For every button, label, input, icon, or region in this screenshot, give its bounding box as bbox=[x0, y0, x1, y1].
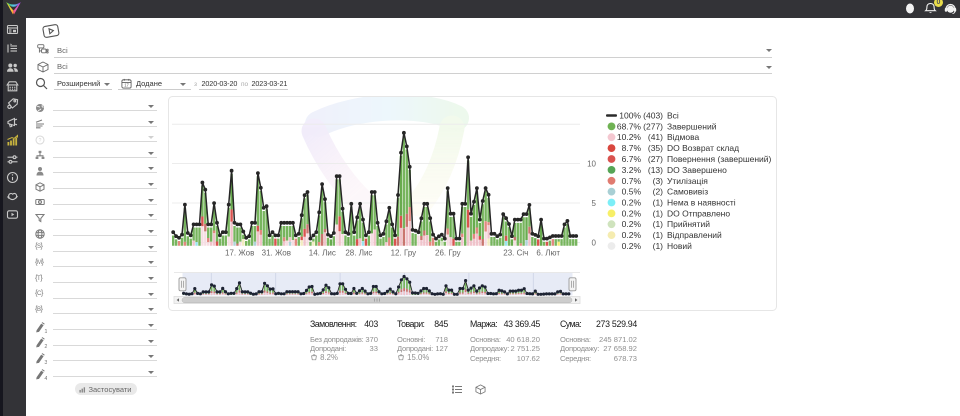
svg-text:Прийнятий: Прийнятий bbox=[667, 219, 710, 229]
svg-text:DO Отправлено: DO Отправлено bbox=[667, 208, 730, 218]
svg-text:(403): (403) bbox=[643, 111, 663, 121]
svg-text:0.2%: 0.2% bbox=[622, 230, 642, 240]
svg-text:28. Лис: 28. Лис bbox=[345, 249, 372, 258]
svg-text:(1): (1) bbox=[653, 219, 664, 229]
svg-text:0: 0 bbox=[592, 239, 597, 248]
svg-text:(1): (1) bbox=[653, 241, 664, 251]
svg-text:Нема в наявності: Нема в наявності bbox=[667, 198, 736, 208]
svg-text:0.2%: 0.2% bbox=[622, 219, 642, 229]
svg-text:3.2%: 3.2% bbox=[622, 165, 642, 175]
svg-text:(1): (1) bbox=[653, 198, 664, 208]
svg-text:(35): (35) bbox=[648, 143, 663, 153]
svg-text:6.7%: 6.7% bbox=[622, 154, 642, 164]
svg-text:Новий: Новий bbox=[667, 241, 692, 251]
svg-text:68.7%: 68.7% bbox=[617, 121, 642, 131]
svg-text:0.2%: 0.2% bbox=[622, 198, 642, 208]
svg-text:(13): (13) bbox=[648, 165, 663, 175]
svg-text:10: 10 bbox=[587, 160, 596, 169]
svg-text:Відмова: Відмова bbox=[667, 132, 700, 142]
svg-text:0.5%: 0.5% bbox=[622, 187, 642, 197]
svg-text:(1): (1) bbox=[653, 230, 664, 240]
svg-text:31. Жов: 31. Жов bbox=[262, 249, 291, 258]
svg-text:0.2%: 0.2% bbox=[622, 208, 642, 218]
svg-text:DO Возврат склад: DO Возврат склад bbox=[667, 143, 739, 153]
svg-text:8.7%: 8.7% bbox=[622, 143, 642, 153]
svg-text:(2): (2) bbox=[653, 187, 664, 197]
svg-text:(277): (277) bbox=[643, 121, 663, 131]
svg-text:Повернення (завершений): Повернення (завершений) bbox=[667, 154, 772, 164]
svg-text:(41): (41) bbox=[648, 132, 663, 142]
svg-text:Відправлений: Відправлений bbox=[667, 230, 722, 240]
svg-text:26. Гру: 26. Гру bbox=[435, 249, 461, 258]
svg-text:0.7%: 0.7% bbox=[622, 176, 642, 186]
svg-text:Утилізація: Утилізація bbox=[667, 176, 708, 186]
svg-text:23. Січ: 23. Січ bbox=[503, 249, 528, 258]
svg-text:Самовивіз: Самовивіз bbox=[667, 187, 708, 197]
svg-text:(1): (1) bbox=[653, 208, 664, 218]
svg-text:DO Завершено: DO Завершено bbox=[667, 165, 727, 175]
svg-text:6. Лют: 6. Лют bbox=[536, 249, 560, 258]
svg-text:5: 5 bbox=[592, 199, 597, 208]
svg-text:0.2%: 0.2% bbox=[622, 241, 642, 251]
svg-text:Всі: Всі bbox=[667, 111, 679, 121]
svg-text:100%: 100% bbox=[619, 111, 641, 121]
svg-text:12. Гру: 12. Гру bbox=[391, 249, 417, 258]
svg-text:Завершений: Завершений bbox=[667, 121, 717, 131]
svg-text:10.2%: 10.2% bbox=[617, 132, 642, 142]
svg-text:(3): (3) bbox=[653, 176, 664, 186]
svg-text:17. Жов: 17. Жов bbox=[225, 249, 254, 258]
svg-text:14. Лис: 14. Лис bbox=[309, 249, 336, 258]
svg-text:(27): (27) bbox=[648, 154, 663, 164]
